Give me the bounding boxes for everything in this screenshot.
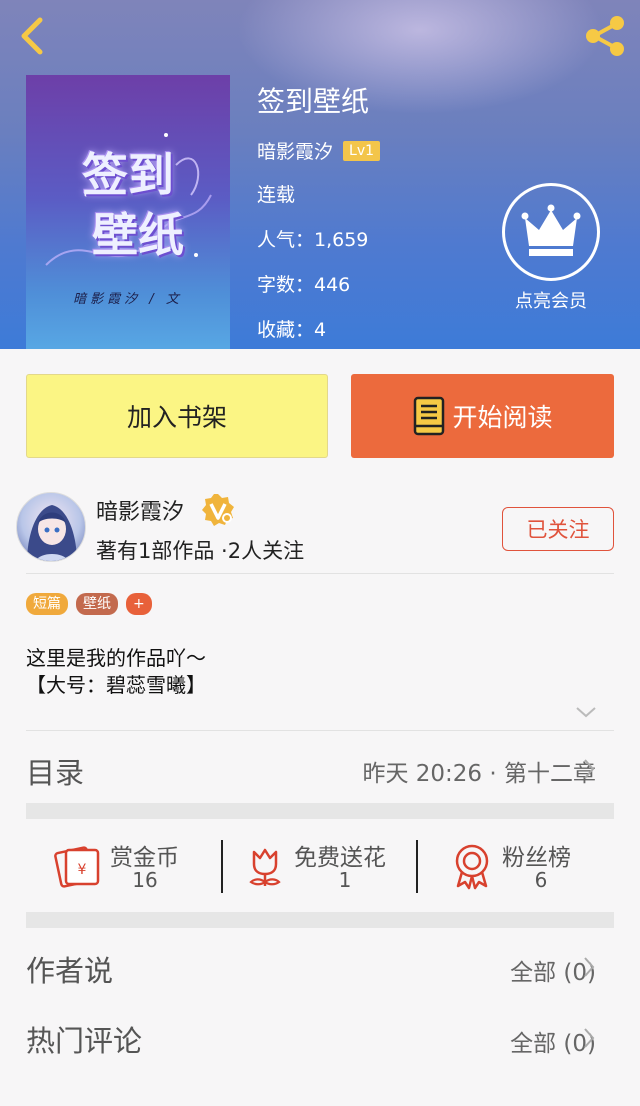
section-gap (26, 803, 614, 819)
word-count: 字数：446 (257, 274, 351, 296)
chevron-right-icon (584, 1028, 595, 1048)
toc-label: 目录 (26, 756, 85, 790)
fan-ranking-label: 粉丝榜 (502, 845, 571, 871)
fan-ranking-button[interactable]: 粉丝榜 6 (452, 838, 592, 894)
divider (26, 573, 614, 574)
cover-title: 签到 壁纸 (26, 145, 230, 265)
crown-icon (521, 204, 581, 256)
book-title: 签到壁纸 (257, 85, 370, 118)
reward-coins-button[interactable]: ¥ 赏金币 16 (54, 838, 204, 894)
free-flower-button[interactable]: 免费送花 1 (246, 838, 406, 894)
cover-title-line1: 签到 (82, 148, 174, 202)
chevron-right-icon (584, 957, 595, 977)
stat-separator (416, 840, 418, 893)
serial-status: 连载 (257, 184, 296, 206)
level-badge: Lv1 (343, 140, 381, 161)
start-reading-button[interactable]: 开始阅读 (351, 374, 614, 458)
tag-short[interactable]: 短篇 (26, 593, 68, 615)
book-icon (414, 396, 445, 436)
follow-label: 已关注 (526, 518, 590, 542)
fan-ranking-value: 6 (534, 868, 548, 892)
share-icon (586, 16, 624, 56)
reward-coins-label: 赏金币 (110, 845, 179, 871)
flower-icon (249, 848, 281, 886)
cover-author-signature: 暗影霞汐 / 文 (73, 292, 183, 307)
tag-wallpaper[interactable]: 壁纸 (76, 593, 118, 615)
chevron-left-icon (21, 17, 43, 55)
vip-button[interactable] (502, 183, 600, 281)
reward-coins-value: 16 (132, 868, 158, 892)
share-button[interactable] (582, 14, 628, 58)
add-to-shelf-button[interactable]: 加入书架 (26, 374, 328, 458)
svg-text:¥: ¥ (78, 862, 87, 878)
avatar-illustration (27, 505, 77, 561)
expand-description-button[interactable] (575, 704, 597, 723)
cover-title-line2: 壁纸 (92, 208, 184, 262)
book-cover[interactable]: 签到 壁纸 暗影霞汐 / 文 (26, 75, 230, 349)
author-stats: 著有1部作品 ·2人关注 (96, 539, 305, 563)
follow-button[interactable]: 已关注 (502, 507, 614, 551)
tag-list: 短篇 壁纸 + (26, 593, 152, 615)
popularity: 人气：1,659 (257, 229, 369, 251)
add-tag-button[interactable]: + (126, 593, 152, 615)
book-description: 这里是我的作品吖～ 【大号：碧蕊雪曦】 (26, 646, 206, 697)
start-reading-label: 开始阅读 (452, 403, 553, 432)
author-name[interactable]: 暗影霞汐 (96, 494, 184, 526)
favorites-count: 收藏：4 (257, 319, 327, 341)
author-line: 暗影霞汐 Lv1 (257, 137, 381, 164)
vip-label[interactable]: 点亮会员 (492, 287, 610, 313)
hot-comments-label: 热门评论 (26, 1024, 143, 1058)
chevron-right-icon (584, 759, 595, 779)
divider (26, 730, 614, 731)
chevron-down-icon (576, 707, 596, 718)
verified-badge-icon (200, 492, 236, 532)
toc-latest-chapter: 昨天 20:26 · 第十二章 (362, 761, 596, 787)
rank-medal-icon (455, 844, 489, 890)
author-avatar[interactable] (16, 492, 86, 562)
free-flower-label: 免费送花 (294, 845, 386, 871)
add-to-shelf-label: 加入书架 (126, 403, 227, 432)
back-button[interactable] (16, 14, 52, 58)
stat-separator (221, 840, 223, 893)
book-header: 签到 壁纸 暗影霞汐 / 文 签到壁纸 暗影霞汐 Lv1 连载 人气：1,659… (0, 0, 640, 349)
red-envelope-icon: ¥ (54, 846, 100, 888)
author-link[interactable]: 暗影霞汐 (257, 137, 333, 164)
free-flower-value: 1 (338, 868, 352, 892)
section-gap (26, 912, 614, 928)
author-says-label: 作者说 (26, 954, 114, 988)
